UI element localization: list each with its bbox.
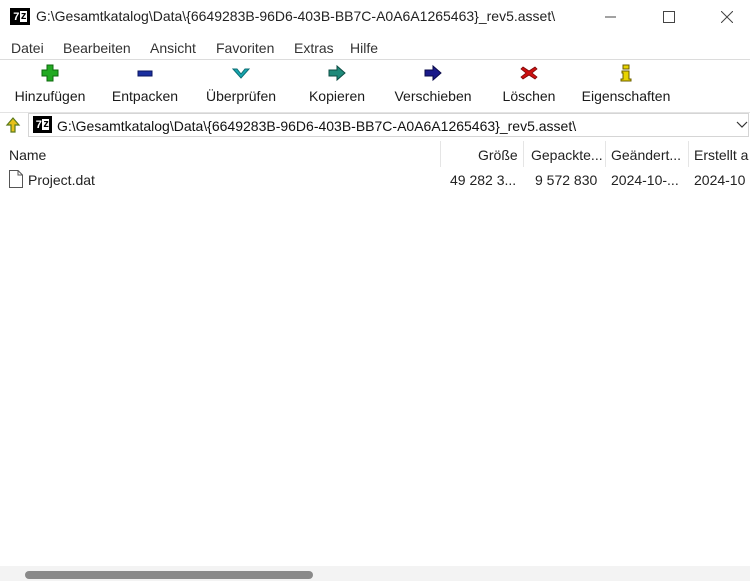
address-path[interactable]: G:\Gesamtkatalog\Data\{6649283B-96D6-403…	[57, 118, 576, 134]
maximize-button[interactable]	[646, 0, 692, 33]
column-divider[interactable]	[523, 141, 524, 167]
chevron-down-icon[interactable]	[736, 119, 748, 129]
minimize-icon	[605, 16, 616, 17]
column-header-created[interactable]: Erstellt a	[694, 147, 748, 163]
menu-item-ansicht[interactable]: Ansicht	[150, 40, 196, 56]
column-divider[interactable]	[688, 141, 689, 167]
file-created: 2024-10	[694, 172, 746, 188]
column-header-name[interactable]: Name	[9, 147, 46, 163]
file-packed-size: 9 572 830	[535, 172, 598, 188]
extract-button[interactable]: Entpacken	[108, 60, 182, 110]
move-button[interactable]: Verschieben	[389, 60, 477, 110]
archive-logo-icon: 7z	[33, 116, 52, 133]
window-title: G:\Gesamtkatalog\Data\{6649283B-96D6-403…	[36, 8, 556, 24]
copy-button[interactable]: Kopieren	[303, 60, 371, 110]
delete-button[interactable]: Löschen	[497, 60, 561, 110]
column-header-modified[interactable]: Geändert...	[611, 147, 681, 163]
folder-up-icon[interactable]	[5, 116, 21, 134]
test-button[interactable]: Überprüfen	[199, 60, 283, 110]
info-icon	[620, 64, 632, 82]
add-button[interactable]: Hinzufügen	[8, 60, 92, 110]
column-divider[interactable]	[605, 141, 606, 167]
minimize-button[interactable]	[588, 0, 634, 33]
maximize-icon	[663, 10, 675, 23]
scrollbar-thumb[interactable]	[25, 571, 313, 579]
close-icon	[721, 10, 733, 23]
menu-item-hilfe[interactable]: Hilfe	[350, 40, 378, 56]
delete-x-icon	[520, 66, 538, 80]
file-size: 49 282 3...	[450, 172, 517, 188]
menu-item-favoriten[interactable]: Favoriten	[216, 40, 274, 56]
app-logo-icon: 7z	[10, 8, 30, 25]
file-name[interactable]: Project.dat	[28, 172, 95, 188]
menu-item-bearbeiten[interactable]: Bearbeiten	[63, 40, 131, 56]
file-icon	[9, 170, 23, 188]
move-arrow-icon	[424, 64, 442, 82]
properties-button[interactable]: Eigenschaften	[577, 60, 675, 110]
file-modified: 2024-10-...	[611, 172, 679, 188]
menu-item-extras[interactable]: Extras	[294, 40, 334, 56]
copy-arrow-icon	[328, 64, 346, 82]
column-header-size[interactable]: Größe	[478, 147, 518, 163]
minus-icon	[137, 70, 153, 77]
close-button[interactable]	[704, 0, 750, 33]
menu-item-datei[interactable]: Datei	[11, 40, 44, 56]
check-down-icon	[231, 68, 251, 79]
column-divider[interactable]	[440, 141, 441, 167]
plus-icon	[41, 64, 59, 82]
column-header-packed[interactable]: Gepackte...	[531, 147, 603, 163]
